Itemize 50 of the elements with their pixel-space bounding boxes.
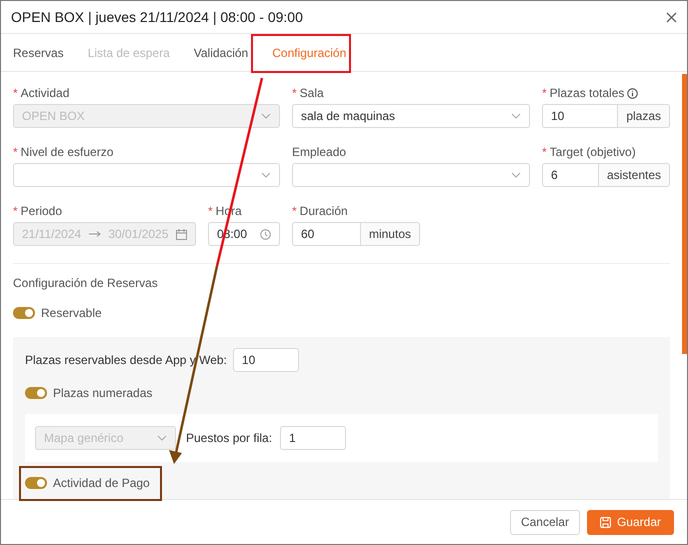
unit-addon: plazas <box>618 104 670 128</box>
toggle-label: Actividad de Pago <box>53 476 150 490</box>
required-mark: * <box>292 86 297 100</box>
required-mark: * <box>292 204 297 218</box>
save-icon <box>600 516 611 528</box>
number-field[interactable]: 60 <box>292 222 361 246</box>
select-field[interactable] <box>292 163 530 187</box>
tab[interactable]: Reservas <box>13 46 64 60</box>
chevron-icon <box>261 172 271 178</box>
field-label: Nivel de esfuerzo <box>20 145 114 159</box>
close-icon[interactable] <box>666 12 677 22</box>
field-label: Periodo <box>20 204 62 218</box>
required-mark: * <box>208 204 213 218</box>
required-mark: * <box>13 145 18 159</box>
field-label: Empleado <box>292 145 346 159</box>
chevron-icon <box>511 172 521 178</box>
required-mark: * <box>542 145 547 159</box>
calendar-icon <box>176 228 187 240</box>
field-label: Target (objetivo) <box>550 145 636 159</box>
arrow-right-icon <box>88 231 101 237</box>
unit-addon: minutos <box>360 222 420 246</box>
section-title: Configuración de Reservas <box>13 276 159 290</box>
number-field[interactable]: 1 <box>280 426 346 450</box>
clock-icon <box>260 228 271 240</box>
unit-addon: asistentes <box>598 163 670 187</box>
toggle-switch[interactable] <box>13 307 35 319</box>
toggle-switch[interactable] <box>25 477 47 489</box>
chevron-icon <box>511 113 521 119</box>
field-label: Duración <box>300 204 348 218</box>
field-label: Actividad <box>20 86 70 100</box>
number-field[interactable]: 10 <box>232 348 299 372</box>
field-label: Puestos por fila: <box>186 431 272 445</box>
required-mark: * <box>13 86 18 100</box>
number-field[interactable]: 6 <box>542 163 599 187</box>
cancel-button[interactable]: Cancelar <box>510 510 580 534</box>
required-mark: * <box>13 204 18 218</box>
field-label: Sala <box>300 86 324 100</box>
select-field[interactable]: sala de maquinas <box>292 104 530 128</box>
select-field[interactable] <box>13 163 280 187</box>
required-mark: * <box>542 86 547 100</box>
tab[interactable]: Validación <box>194 46 248 60</box>
toggle-label: Plazas numeradas <box>53 386 152 400</box>
toggle-switch[interactable] <box>25 387 47 399</box>
window-title: OPEN BOX | jueves 21/11/2024 | 08:00 - 09:00 <box>11 9 303 25</box>
field-label: Plazas totales <box>550 86 624 100</box>
chevron-icon <box>157 435 167 441</box>
scrollbar-thumb[interactable] <box>682 74 687 354</box>
number-field[interactable]: 10 <box>542 104 618 128</box>
chevron-icon <box>261 113 271 119</box>
toggle-label: Reservable <box>41 306 102 320</box>
